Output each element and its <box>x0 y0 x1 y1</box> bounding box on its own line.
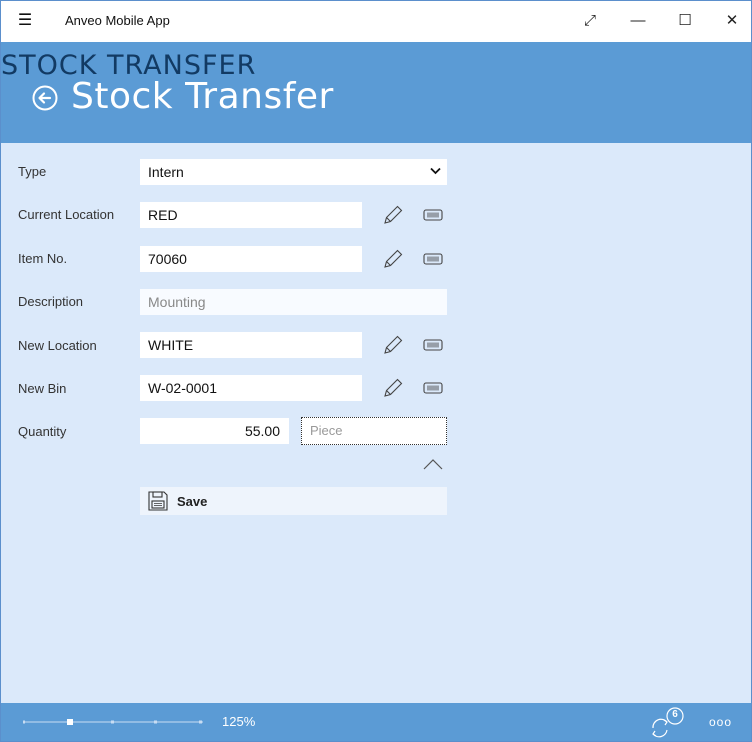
pencil-icon[interactable] <box>381 376 405 400</box>
new-bin-field[interactable]: W-02-0001 <box>140 375 362 401</box>
quantity-field[interactable]: 55.00 <box>140 418 289 444</box>
current-location-label: Current Location <box>18 207 115 222</box>
save-label: Save <box>177 494 208 509</box>
zoom-slider[interactable] <box>23 714 203 730</box>
close-button[interactable]: ✕ <box>717 9 747 33</box>
new-bin-label: New Bin <box>18 381 67 396</box>
more-icon[interactable]: ooo <box>709 715 732 729</box>
type-label: Type <box>18 164 47 179</box>
barcode-icon[interactable] <box>421 203 445 227</box>
sync-count-badge: 6 <box>672 709 678 720</box>
zoom-level: 125% <box>222 714 256 729</box>
item-no-label: Item No. <box>18 251 68 266</box>
barcode-icon[interactable] <box>421 333 445 357</box>
sync-icon[interactable]: 6 <box>649 706 689 738</box>
floppy-disk-icon <box>148 491 168 511</box>
page-header: STOCK TRANSFER Stock Transfer <box>1 42 751 143</box>
type-select[interactable]: Intern <box>140 159 447 185</box>
pencil-icon[interactable] <box>381 203 405 227</box>
type-value: Intern <box>148 164 184 180</box>
hamburger-icon[interactable]: ☰ <box>15 11 35 31</box>
chevron-down-icon <box>430 159 441 185</box>
current-location-field[interactable]: RED <box>140 202 362 228</box>
quantity-label: Quantity <box>18 424 67 439</box>
barcode-icon[interactable] <box>421 376 445 400</box>
expand-icon[interactable]: ⤢ <box>575 9 605 33</box>
pencil-icon[interactable] <box>381 333 405 357</box>
status-bar: 125% 6 ooo <box>1 703 751 741</box>
save-button[interactable]: Save <box>140 487 447 515</box>
description-label: Description <box>18 294 84 309</box>
maximize-button[interactable]: ☐ <box>670 9 700 33</box>
item-no-field[interactable]: 70060 <box>140 246 362 272</box>
unit-field[interactable]: Piece <box>301 417 447 445</box>
barcode-icon[interactable] <box>421 247 445 271</box>
new-location-label: New Location <box>18 338 97 353</box>
pencil-icon[interactable] <box>381 247 405 271</box>
new-location-field[interactable]: WHITE <box>140 332 362 358</box>
description-field: Mounting <box>140 289 447 315</box>
app-window: ☰ Anveo Mobile App ⤢ — ☐ ✕ STOCK TRANSFE… <box>0 0 752 742</box>
stock-transfer-form: Type Intern Current Location RED Item No… <box>1 143 751 703</box>
title-bar: ☰ Anveo Mobile App ⤢ — ☐ ✕ <box>1 1 751 42</box>
minimize-button[interactable]: — <box>623 9 653 33</box>
back-arrow-icon[interactable] <box>32 85 58 111</box>
chevron-up-icon[interactable] <box>422 457 444 471</box>
app-title: Anveo Mobile App <box>65 13 170 28</box>
page-title: Stock Transfer <box>71 76 334 117</box>
